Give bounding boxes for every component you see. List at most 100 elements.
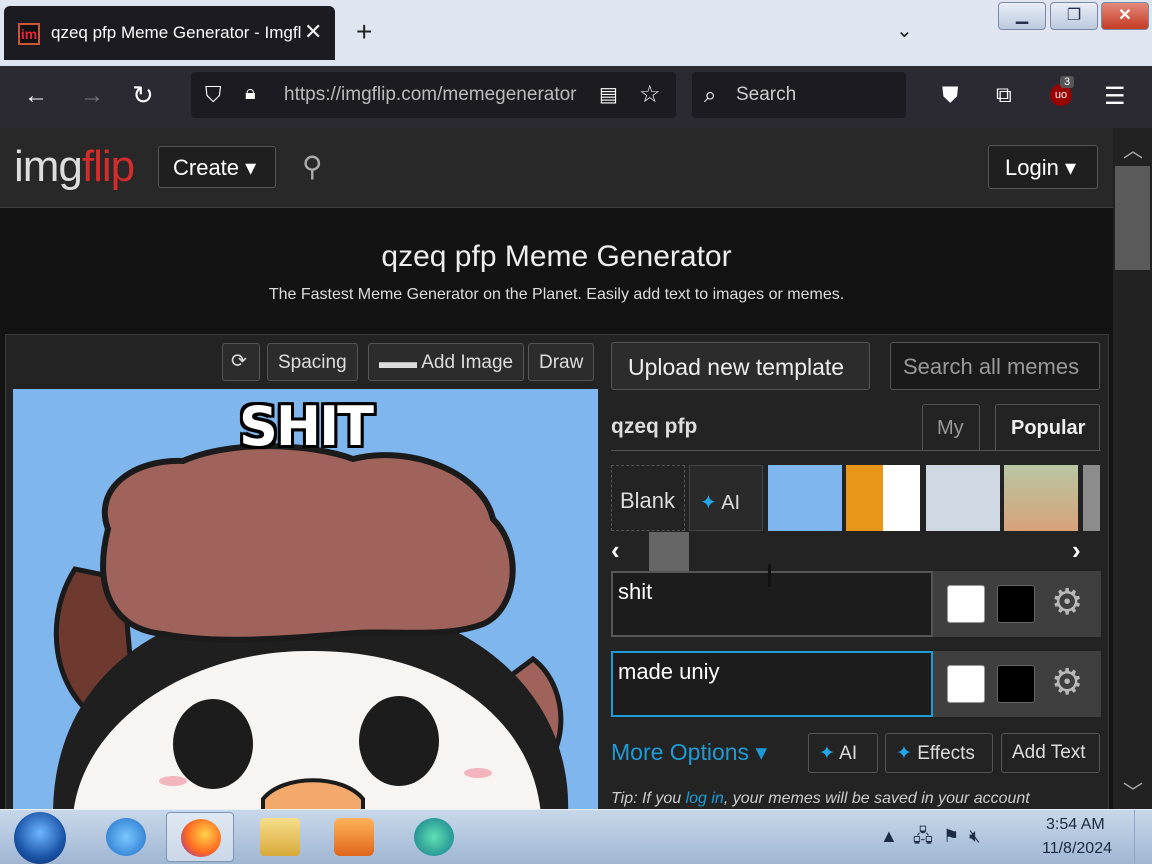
window-restore-button[interactable]: ❐ [1050,2,1098,30]
outline-color-swatch[interactable] [997,585,1035,623]
sunglasses-icon: ▬▬ [379,352,422,373]
file-explorer-taskbar-icon[interactable] [246,812,314,862]
gear-icon[interactable]: ⚙ [1051,661,1083,703]
tab-popular[interactable]: Popular [995,404,1100,451]
scrollbar-thumb[interactable] [1115,166,1150,270]
page-subtitle: The Fastest Meme Generator on the Planet… [268,286,845,303]
tab-divider [611,450,1101,451]
text-color-swatch[interactable] [947,585,985,623]
create-dropdown-button[interactable]: Create ▾ [158,146,276,188]
new-tab-button[interactable]: + [356,16,372,48]
login-dropdown-button[interactable]: Login ▾ [988,145,1098,189]
browser-tab-active[interactable]: im qzeq pfp Meme Generator - Imgflip ✕ [4,6,335,60]
edge-taskbar-icon[interactable] [400,812,468,862]
browser-tab-strip: im qzeq pfp Meme Generator - Imgflip ✕ +… [0,0,1152,66]
tab-close-icon[interactable]: ✕ [304,19,322,45]
lock-icon[interactable]: 🔒︎ [245,82,256,105]
text-color-swatch[interactable] [947,665,985,703]
chevron-right-icon[interactable]: › [1072,535,1081,566]
text-box-row: made uniy ⚙ [611,651,1101,717]
web-page: imgflip Create ▾ ⚲ Login ▾ qzeq pfp Meme… [0,128,1113,809]
logo-flip-part: flip [81,142,135,191]
spacing-button[interactable]: Spacing [267,343,358,381]
forward-arrow-icon[interactable]: → [80,82,104,110]
add-text-button[interactable]: Add Text [1001,733,1100,773]
template-search-input[interactable]: Search all memes [890,342,1100,390]
scroll-down-icon[interactable]: ﹀ [1123,776,1143,805]
imgflip-favicon-icon: im [18,23,40,45]
tip-suffix: , your memes will be saved in your accou… [723,790,1030,807]
blank-template-tile[interactable]: Blank [611,465,685,531]
site-header: imgflip Create ▾ ⚲ Login ▾ [0,128,1113,208]
template-picker: Blank ✦ AI [611,465,1100,531]
template-name: qzeq pfp [611,415,698,438]
template-thumb-two-buttons[interactable] [926,465,1000,531]
ai-button[interactable]: ✦ AI [808,733,878,773]
reload-icon[interactable]: ↻ [132,80,154,111]
meme-canvas[interactable]: SHIT [13,389,598,809]
outline-color-swatch[interactable] [997,665,1035,703]
internet-explorer-taskbar-icon[interactable] [92,812,160,862]
effects-button-label: Effects [917,743,975,764]
windows-taskbar: ▲ 🖧 ⚑ 🔇︎ 3:54 AM 11/8/2024 [0,809,1152,864]
meme-generator-panel: ⟳ Spacing ▬▬ Add Image Draw SHIT Upload … [5,334,1109,809]
tab-my[interactable]: My [922,404,980,451]
url-text[interactable]: https://imgflip.com/memegenerator [284,84,584,106]
login-tip: Tip: If you log in, your memes will be s… [611,790,1111,808]
effects-button[interactable]: ✦ Effects [885,733,993,773]
window-close-button[interactable]: ✕ [1101,2,1149,30]
sparkle-icon: ✦ [896,743,912,764]
page-title: qzeq pfp Meme Generator [381,240,732,273]
more-options-link[interactable]: More Options ▾ [611,739,767,766]
sparkle-icon: ✦ [700,492,717,514]
clock-date[interactable]: 11/8/2024 [1042,840,1112,858]
start-button[interactable] [14,812,66,864]
template-thumb-drake[interactable] [846,465,920,531]
text-box-input-focused[interactable]: made uniy [611,651,933,717]
address-bar[interactable]: ⛉ 🔒︎ https://imgflip.com/memegenerator ▤… [191,72,676,118]
hamburger-menu-icon[interactable]: ☰ [1104,82,1126,111]
upload-template-button[interactable]: Upload new template [611,342,870,390]
draw-button[interactable]: Draw [528,343,595,381]
volume-muted-icon[interactable]: 🔇︎ [969,826,980,846]
show-hidden-icons-icon[interactable]: ▲ [880,826,898,846]
network-icon[interactable]: 🖧 [913,826,933,846]
text-cursor-icon: I [765,558,774,594]
show-desktop-button[interactable] [1134,810,1152,864]
list-all-tabs-chevron-down-icon[interactable]: ⌄ [896,18,913,43]
reader-view-icon[interactable]: ▤ [599,82,618,107]
browser-search-box[interactable]: ⌕ Search [692,72,906,118]
clock-time[interactable]: 3:54 AM [1046,816,1105,834]
back-arrow-icon[interactable]: ← [24,82,48,110]
meme-top-caption[interactable]: SHIT [13,395,598,458]
ai-template-tile[interactable]: ✦ AI [689,465,763,531]
pocket-icon[interactable]: ⛊ [942,82,959,108]
template-thumb-distracted[interactable] [1004,465,1078,531]
gear-icon[interactable]: ⚙ [1051,581,1083,623]
ai-button-label: AI [839,743,858,764]
browser-search-placeholder: Search [736,84,797,105]
window-minimize-button[interactable]: ▁ [998,2,1046,30]
login-link[interactable]: log in [686,790,724,807]
action-center-flag-icon[interactable]: ⚑ [943,826,959,846]
chevron-left-icon[interactable]: ‹ [611,535,620,566]
firefox-taskbar-icon[interactable] [166,812,234,862]
add-image-label: Add Image [421,352,514,373]
bookmark-star-icon[interactable]: ☆ [639,80,661,109]
site-search-icon[interactable]: ⚲ [302,150,323,183]
extensions-puzzle-icon[interactable]: ⧉ [996,82,1012,108]
tip-prefix: Tip: If you [611,790,682,807]
text-box-row: shit ⚙ [611,571,1101,637]
picker-scroll-thumb[interactable] [649,532,689,572]
imgflip-logo[interactable]: imgflip [14,142,135,192]
rotate-button[interactable]: ⟳ [222,343,260,381]
add-image-button[interactable]: ▬▬ Add Image [368,343,525,381]
ublock-count-badge: 3 [1060,76,1075,88]
template-thumb-penguin[interactable] [768,465,842,531]
page-scrollbar[interactable]: ︿ ﹀ [1113,128,1152,809]
template-thumb-partial[interactable] [1083,465,1100,531]
system-tray: ▲ 🖧 ⚑ 🔇︎ [880,824,980,854]
scroll-up-icon[interactable]: ︿ [1123,134,1143,163]
tracking-protection-shield-icon[interactable]: ⛉ [205,82,222,108]
media-player-taskbar-icon[interactable] [320,812,388,862]
